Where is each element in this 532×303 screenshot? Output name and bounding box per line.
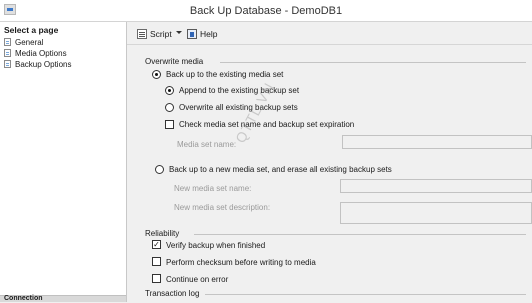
title-bar: Back Up Database - DemoDB1 xyxy=(0,0,532,22)
sidebar-item-general[interactable]: General xyxy=(4,37,43,47)
sidebar: Select a page General Media Options Back… xyxy=(0,22,127,302)
transaction-log-header: Transaction log xyxy=(145,289,200,298)
group-divider xyxy=(194,234,526,235)
sidebar-item-label: Media Options xyxy=(15,48,67,58)
append-backup-set-label: Append to the existing backup set xyxy=(179,86,300,95)
help-button[interactable]: Help xyxy=(187,27,217,40)
sidebar-item-label: Backup Options xyxy=(15,59,72,69)
new-media-set-radio[interactable] xyxy=(155,165,164,174)
overwrite-media-header: Overwrite media xyxy=(145,57,204,66)
continue-on-error-label: Continue on error xyxy=(166,275,229,284)
sidebar-item-label: General xyxy=(15,37,44,47)
window-title: Back Up Database - DemoDB1 xyxy=(189,5,343,17)
sidebar-item-backup-options[interactable]: Backup Options xyxy=(4,59,71,69)
sidebar-item-media-options[interactable]: Media Options xyxy=(4,48,67,58)
new-media-set-label: Back up to a new media set, and erase al… xyxy=(169,165,392,174)
group-divider xyxy=(220,62,526,63)
check-media-set-name-checkbox[interactable] xyxy=(165,120,174,129)
perform-checksum-label: Perform checksum before writing to media xyxy=(166,258,316,267)
page-icon xyxy=(4,49,11,57)
sidebar-header: Select a page xyxy=(4,25,59,35)
page-icon xyxy=(4,60,11,68)
continue-on-error-checkbox[interactable] xyxy=(152,274,161,283)
perform-checksum-checkbox[interactable] xyxy=(152,257,161,266)
connection-section-header: Connection xyxy=(0,295,126,302)
overwrite-all-radio[interactable] xyxy=(165,103,174,112)
media-set-name-label: Media set name: xyxy=(177,140,237,149)
chevron-down-icon[interactable] xyxy=(176,31,182,34)
check-media-set-name-label: Check media set name and backup set expi… xyxy=(179,120,355,129)
new-media-set-name-input[interactable] xyxy=(340,179,532,193)
toolbar: Script Help xyxy=(127,22,532,45)
overwrite-all-label: Overwrite all existing backup sets xyxy=(179,103,298,112)
page-icon xyxy=(4,38,11,46)
help-label: Help xyxy=(200,28,218,39)
script-label: Script xyxy=(150,28,172,39)
verify-backup-checkbox[interactable] xyxy=(152,240,161,249)
new-media-set-description-input[interactable] xyxy=(340,202,532,224)
new-media-set-description-label: New media set description: xyxy=(174,203,271,212)
help-icon xyxy=(187,28,197,39)
existing-media-set-label: Back up to the existing media set xyxy=(166,70,284,79)
reliability-header: Reliability xyxy=(145,229,180,238)
append-backup-set-radio[interactable] xyxy=(165,86,174,95)
media-set-name-input[interactable] xyxy=(342,135,532,149)
existing-media-set-radio[interactable] xyxy=(152,70,161,79)
group-divider xyxy=(205,294,526,295)
script-button[interactable]: Script xyxy=(137,27,172,40)
new-media-set-name-label: New media set name: xyxy=(174,184,252,193)
verify-backup-label: Verify backup when finished xyxy=(166,241,266,250)
toolbar-divider xyxy=(127,44,532,45)
script-icon xyxy=(137,28,147,39)
